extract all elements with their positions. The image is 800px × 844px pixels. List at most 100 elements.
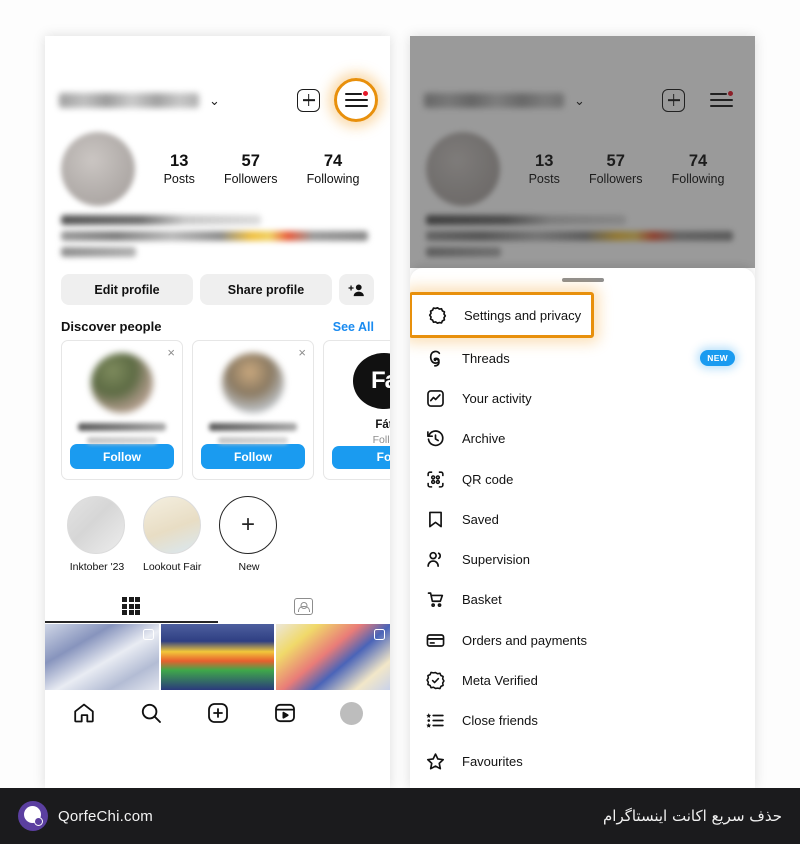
discover-people-header: Discover people See All <box>45 305 390 340</box>
menu-item-supervision[interactable]: Supervision <box>410 539 755 579</box>
suggested-avatar <box>222 353 284 413</box>
instagram-profile-screen: ⌄ 13 Posts 57 Followers 74 Following Edi… <box>45 74 390 788</box>
stat-followers[interactable]: 57 Followers <box>224 151 278 188</box>
footer-caption-persian: حذف سریع اکانت اینستاگرام <box>602 807 782 825</box>
list-star-icon <box>422 708 448 734</box>
bookmark-icon <box>422 506 448 532</box>
profile-tabs <box>45 589 390 623</box>
follow-button[interactable]: Follow <box>201 444 305 469</box>
close-icon[interactable]: × <box>298 346 306 359</box>
menu-item-archive[interactable]: Archive <box>410 419 755 459</box>
menu-item-label: Supervision <box>462 552 530 568</box>
profile-stats: 13 Posts 57 Followers 74 Following <box>135 151 374 188</box>
menu-item-basket[interactable]: Basket <box>410 580 755 620</box>
highlight-label: Lookout Fair '… <box>143 561 203 573</box>
profile-action-buttons: Edit profile Share profile <box>45 263 390 305</box>
tab-tagged[interactable] <box>218 589 391 623</box>
story-highlight-item[interactable]: Lookout Fair '… <box>143 496 203 573</box>
logo-bubble <box>33 817 43 826</box>
discover-card[interactable]: Fa Fát Follo Fo <box>323 340 390 480</box>
menu-item-settings-and-privacy[interactable]: Settings and privacy <box>410 292 594 338</box>
discover-card[interactable]: × Follow <box>192 340 314 480</box>
menu-item-your-activity[interactable]: Your activity <box>410 378 755 418</box>
stat-following-count: 74 <box>323 151 343 170</box>
discover-people-carousel[interactable]: × Follow × Follow Fa Fát Follo <box>45 340 390 480</box>
profile-bio-blurred <box>45 206 390 257</box>
nav-create-button[interactable] <box>206 701 230 725</box>
nav-profile-button[interactable] <box>339 701 363 725</box>
stat-following[interactable]: 74 Following <box>307 151 360 188</box>
nav-reels-button[interactable] <box>273 701 297 725</box>
footer-banner: QorfeChi.com حذف سریع اکانت اینستاگرام <box>0 788 800 844</box>
clock-rewind-icon <box>422 426 448 452</box>
home-icon <box>74 703 95 723</box>
menu-item-favourites[interactable]: Favourites <box>410 741 755 781</box>
menu-item-label: Saved <box>462 511 499 527</box>
qorfechi-logo-icon <box>18 801 48 831</box>
edit-profile-button[interactable]: Edit profile <box>61 274 193 305</box>
nav-home-button[interactable] <box>72 701 96 725</box>
suggested-avatar <box>91 353 153 413</box>
username-blurred[interactable] <box>59 92 199 108</box>
add-person-button[interactable] <box>339 274 374 305</box>
menu-item-meta-verified[interactable]: Meta Verified <box>410 660 755 700</box>
profile-avatar[interactable] <box>61 132 135 206</box>
profile-topbar: ⌄ <box>45 74 390 126</box>
create-new-button[interactable] <box>297 88 320 112</box>
highlight-cover <box>67 496 125 554</box>
scrim-overlay[interactable] <box>410 36 755 268</box>
menu-item-label: Orders and payments <box>462 632 588 648</box>
story-highlights: Inktober '23 Lookout Fair '… + New <box>45 480 390 573</box>
threads-icon <box>422 345 448 371</box>
menu-item-close-friends[interactable]: Close friends <box>410 701 755 741</box>
qr-code-icon <box>422 466 448 492</box>
stat-posts-count: 13 <box>170 151 189 170</box>
menu-item-saved[interactable]: Saved <box>410 499 755 539</box>
bio-line <box>61 247 137 257</box>
menu-item-threads[interactable]: Threads NEW <box>410 338 755 378</box>
follow-button[interactable]: Follow <box>70 444 174 469</box>
close-icon[interactable]: × <box>167 346 175 359</box>
menu-item-orders-and-payments[interactable]: Orders and payments <box>410 620 755 660</box>
new-highlight-item[interactable]: + New <box>219 496 279 573</box>
post-thumbnail[interactable] <box>45 624 159 690</box>
tab-grid[interactable] <box>45 589 218 623</box>
profile-summary-row: 13 Posts 57 Followers 74 Following <box>45 126 390 206</box>
stat-following-label: Following <box>306 172 360 187</box>
hamburger-menu-button[interactable] <box>334 78 378 122</box>
suggested-name: Fát <box>375 418 390 431</box>
stat-posts[interactable]: 13 Posts <box>164 151 195 188</box>
nav-search-button[interactable] <box>139 701 163 725</box>
highlight-label: New <box>238 561 260 573</box>
post-thumbnail[interactable] <box>160 624 275 690</box>
new-badge: NEW <box>700 350 735 367</box>
suggested-sub: Follo <box>372 433 390 446</box>
follow-button[interactable]: Fo <box>332 445 390 469</box>
menu-bottom-sheet: Settings and privacy Threads NEW Your ac… <box>410 268 755 788</box>
suggested-name-blurred <box>209 422 297 432</box>
plus-icon: + <box>219 496 277 554</box>
credit-card-icon <box>422 627 448 653</box>
menu-item-label: QR code <box>462 471 514 487</box>
menu-item-label: Basket <box>462 592 502 608</box>
bottom-navigation-bar <box>45 690 390 736</box>
see-all-link[interactable]: See All <box>333 320 374 334</box>
reels-icon <box>274 703 295 723</box>
suggested-sub-blurred <box>86 437 158 444</box>
plus-square-icon <box>208 703 228 723</box>
stat-posts-label: Posts <box>163 172 195 187</box>
post-grid <box>45 624 390 690</box>
phone-right-menu-screen: ⌄ 13 Posts 57 Followers 74 Following Set… <box>410 36 755 788</box>
post-thumbnail[interactable] <box>276 624 390 690</box>
discover-card[interactable]: × Follow <box>61 340 183 480</box>
menu-item-label: Settings and privacy <box>464 307 582 323</box>
chevron-down-icon[interactable]: ⌄ <box>209 94 220 107</box>
share-profile-button[interactable]: Share profile <box>200 274 332 305</box>
search-icon <box>142 703 162 723</box>
menu-item-qr-code[interactable]: QR code <box>410 459 755 499</box>
menu-item-label: Archive <box>462 431 506 447</box>
hamburger-icon <box>344 89 369 109</box>
verified-badge-icon <box>422 668 448 694</box>
story-highlight-item[interactable]: Inktober '23 <box>67 496 127 573</box>
brand-name: QorfeChi.com <box>58 807 153 825</box>
